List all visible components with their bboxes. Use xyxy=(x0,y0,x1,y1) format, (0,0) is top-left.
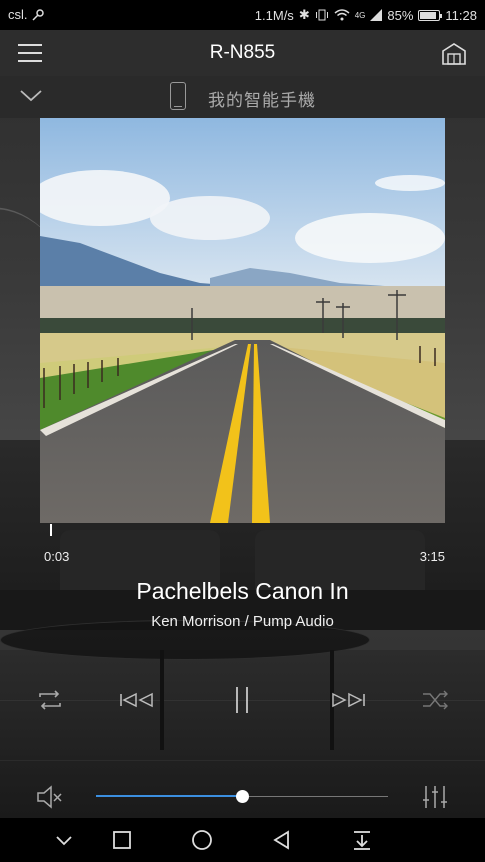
signal-icon xyxy=(370,9,383,21)
home-icon[interactable] xyxy=(441,42,467,66)
elapsed-time: 0:03 xyxy=(44,549,70,564)
repeat-icon[interactable] xyxy=(34,683,66,717)
track-artist: Ken Morrison / Pump Audio xyxy=(151,613,334,630)
pause-icon[interactable] xyxy=(230,683,254,717)
chevron-down-icon[interactable] xyxy=(54,830,74,850)
progress-indicator[interactable] xyxy=(49,524,52,536)
vibrate-icon xyxy=(315,9,328,21)
floor-line xyxy=(0,760,485,761)
equalizer-icon[interactable] xyxy=(422,784,448,810)
shuffle-icon[interactable] xyxy=(420,683,450,717)
clock: 11:28 xyxy=(445,7,477,23)
app-bar: R-N855 xyxy=(0,30,485,76)
system-nav-bar xyxy=(0,818,485,862)
battery-icon xyxy=(418,9,443,21)
bluetooth-icon: ✱ xyxy=(298,7,310,22)
volume-fill xyxy=(96,795,242,797)
table-leg xyxy=(160,650,164,750)
track-title: Pachelbels Canon In xyxy=(136,578,349,604)
signal-type: 4G xyxy=(354,10,366,20)
mute-icon[interactable] xyxy=(36,784,64,810)
volume-slider[interactable] xyxy=(96,790,388,803)
status-bar: csl. 1.1M/s ✱ 4G 85% 11:28 xyxy=(0,0,485,30)
triangle-back-icon[interactable] xyxy=(272,830,292,850)
device-title: R-N855 xyxy=(209,42,276,63)
total-time: 3:15 xyxy=(419,549,445,564)
skip-next-icon[interactable] xyxy=(329,683,367,717)
chevron-down-icon[interactable] xyxy=(20,90,42,102)
source-name: 我的智能手機 xyxy=(208,91,316,110)
net-speed: 1.1M/s xyxy=(254,7,294,23)
carrier-label: csl. xyxy=(8,7,28,22)
wifi-icon xyxy=(334,9,350,21)
phone-icon xyxy=(170,82,186,110)
volume-knob[interactable] xyxy=(236,790,249,803)
square-icon[interactable] xyxy=(112,830,132,850)
volume-row xyxy=(0,776,485,818)
album-art xyxy=(40,118,445,523)
source-selector[interactable]: 我的智能手機 xyxy=(0,76,485,118)
pull-down-icon[interactable] xyxy=(352,830,372,850)
key-icon xyxy=(31,8,44,21)
circle-icon[interactable] xyxy=(191,830,213,852)
battery-percent: 85% xyxy=(387,7,414,23)
skip-previous-icon[interactable] xyxy=(118,683,156,717)
